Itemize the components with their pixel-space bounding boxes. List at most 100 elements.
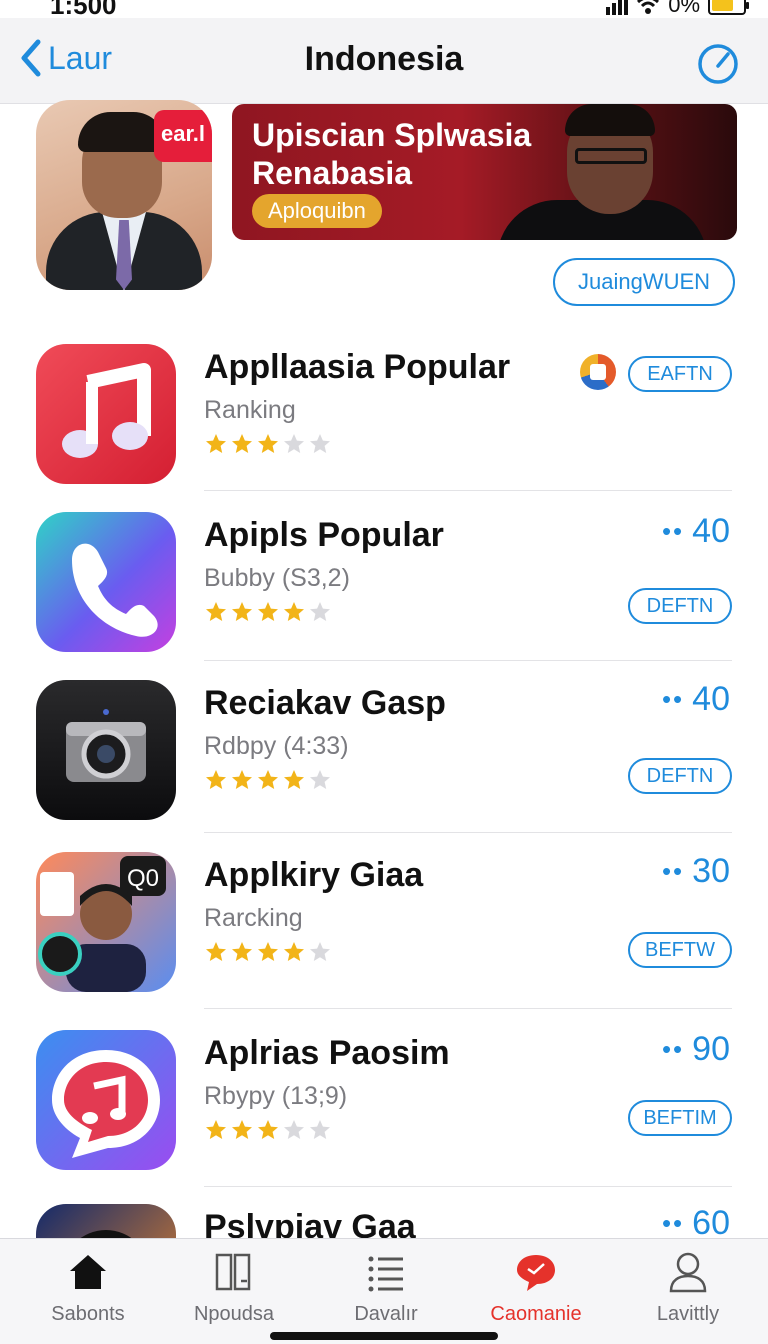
row-divider [204, 660, 732, 661]
app-price: •• 90 [662, 1030, 730, 1069]
app-row[interactable]: Aplrias Paosim Rbypy (13;9) •• 90 BEFTIM [0, 1030, 768, 1200]
star-rating [204, 940, 332, 964]
featured-banner[interactable]: Upiscian Splwasia Renabasia Aploquibn [232, 104, 737, 240]
price-dots: •• [661, 1034, 685, 1064]
star-rating [204, 1118, 332, 1142]
featured-icon-badge: ear.l [154, 110, 212, 162]
tab-sabonts[interactable]: Sabonts [18, 1249, 158, 1326]
tab-label: Davalır [354, 1303, 418, 1325]
star-icon [232, 770, 252, 789]
app-name: Appllaasia Popular [204, 348, 511, 386]
app-name: Aplrias Paosim [204, 1034, 450, 1072]
star-icon [206, 1120, 226, 1139]
price-dots: •• [661, 856, 685, 886]
app-badge-icon [580, 354, 616, 390]
star-icon [232, 942, 252, 961]
signal-icon [606, 0, 629, 15]
chat-bubble-icon [517, 1255, 555, 1291]
star-icon [310, 942, 330, 961]
app-row[interactable]: Q0 Applkiry Giaa Rarcking •• 30 BEFTW [0, 852, 768, 1022]
price-dots: •• [661, 516, 685, 546]
featured-action-button[interactable]: JuaingWUEN [553, 258, 735, 306]
page-title: Indonesia [304, 40, 464, 78]
music-chat-icon[interactable] [36, 1030, 176, 1170]
camera-icon[interactable] [36, 680, 176, 820]
app-subtitle: Rarcking [204, 904, 303, 932]
star-icon [206, 942, 226, 961]
app-price: •• 40 [662, 512, 730, 551]
banner-title-line2: Renabasia [252, 155, 413, 191]
price-value: 40 [692, 512, 730, 550]
app-subtitle: Bubby (S3,2) [204, 564, 350, 592]
app-row[interactable]: Reciakav Gasp Rdbpy (4:33) •• 40 DEFTN [0, 680, 768, 850]
price-dots: •• [661, 1208, 685, 1238]
get-button[interactable]: BEFTW [628, 932, 732, 968]
featured-app-icon[interactable]: ear.l [36, 100, 212, 290]
banner-tag: Aploquibn [252, 194, 382, 228]
star-icon [206, 602, 226, 621]
navigation-bar: Laur Indonesia [0, 18, 768, 104]
home-icon [70, 1255, 106, 1289]
battery-icon [708, 0, 749, 15]
row-divider [204, 1186, 732, 1187]
star-icon [310, 602, 330, 621]
star-icon [284, 770, 304, 789]
tab-label: Npoudsa [193, 1303, 275, 1325]
get-button[interactable]: EAFTN [628, 356, 732, 392]
star-icon [232, 602, 252, 621]
price-value: 30 [692, 852, 730, 890]
app-subtitle: Ranking [204, 396, 296, 424]
star-icon [284, 1120, 304, 1139]
star-icon [232, 1120, 252, 1139]
row-divider [204, 832, 732, 833]
music-note-icon[interactable] [36, 344, 176, 484]
battery-percent: 0% [668, 0, 700, 17]
tab-lavittly[interactable]: Lavittly [618, 1249, 758, 1326]
get-button[interactable]: DEFTN [628, 588, 732, 624]
get-button[interactable]: BEFTIM [628, 1100, 732, 1136]
home-indicator [270, 1332, 498, 1340]
star-icon [310, 770, 330, 789]
books-icon [215, 1253, 251, 1291]
app-row[interactable]: Appllaasia Popular Ranking EAFTN [0, 344, 768, 514]
person-icon [669, 1252, 707, 1293]
tab-bar: Sabonts Npoudsa Davalır Caomanie Lavittl… [0, 1238, 768, 1344]
star-icon [310, 1120, 330, 1139]
star-icon [258, 942, 278, 961]
star-rating [204, 768, 332, 792]
price-dots: •• [661, 684, 685, 714]
app-name: Applkiry Giaa [204, 856, 424, 894]
wifi-icon [637, 0, 660, 14]
star-icon [206, 434, 226, 453]
tab-npoudsa[interactable]: Npoudsa [164, 1249, 304, 1326]
list-icon [368, 1256, 403, 1292]
tab-davalir[interactable]: Davalır [316, 1249, 456, 1326]
tab-caomanie[interactable]: Caomanie [466, 1249, 606, 1326]
tab-label: Lavittly [656, 1303, 720, 1325]
star-icon [258, 434, 278, 453]
app-row[interactable]: Apipls Popular Bubby (S3,2) •• 40 DEFTN [0, 512, 768, 682]
price-value: 90 [692, 1030, 730, 1068]
banner-title-line1: Upiscian Splwasia [252, 117, 532, 153]
star-icon [206, 770, 226, 789]
price-value: 40 [692, 680, 730, 718]
app-subtitle: Rbypy (13;9) [204, 1082, 348, 1110]
status-indicators: 0% [606, 0, 749, 18]
get-button[interactable]: DEFTN [628, 758, 732, 794]
app-price: •• 30 [662, 852, 730, 891]
tab-label: Sabonts [51, 1303, 125, 1325]
star-icon [258, 602, 278, 621]
phone-icon[interactable] [36, 512, 176, 652]
row-divider [204, 1008, 732, 1009]
banner-title: Upiscian Splwasia Renabasia [252, 116, 531, 192]
star-icon [232, 434, 252, 453]
star-icon [258, 770, 278, 789]
app-name: Apipls Popular [204, 516, 444, 554]
app-price: •• 40 [662, 680, 730, 719]
star-icon [284, 434, 304, 453]
app-collage-icon[interactable]: Q0 [36, 852, 176, 992]
star-rating [204, 600, 332, 624]
tab-label: Caomanie [490, 1303, 582, 1325]
star-icon [258, 1120, 278, 1139]
gauge-icon[interactable] [696, 42, 740, 86]
